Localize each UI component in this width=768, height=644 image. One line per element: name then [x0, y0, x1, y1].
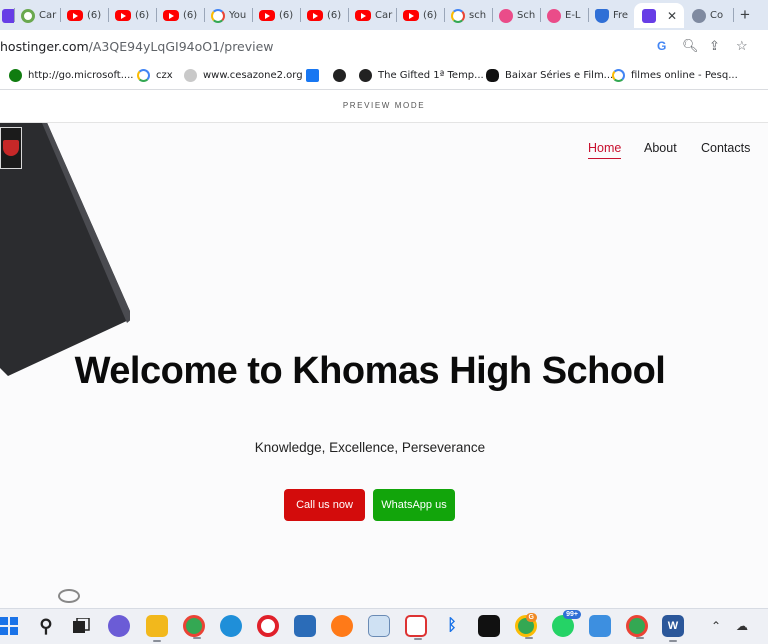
hostinger-icon	[642, 8, 656, 23]
hero-title: Welcome to Khomas High School	[74, 350, 666, 392]
youtube-icon	[307, 10, 323, 21]
youtube-icon	[403, 10, 419, 21]
facebook-icon	[306, 69, 319, 82]
whatsapp-button[interactable]: WhatsApp us	[373, 489, 455, 521]
network-icon[interactable]: ☁	[736, 619, 748, 633]
windows-start-icon[interactable]	[0, 615, 20, 637]
browser-tab[interactable]: E-L	[541, 3, 587, 28]
globe-icon	[692, 8, 706, 23]
cesazone-icon	[184, 69, 197, 82]
youtube-icon	[259, 10, 275, 21]
chrome-icon[interactable]	[183, 615, 205, 639]
preview-mode-bar: PREVIEW MODE	[0, 90, 768, 123]
share-icon[interactable]: ⇪	[709, 38, 720, 54]
browser-tab-active[interactable]: ✕	[634, 3, 684, 28]
browser-tab[interactable]: Co	[686, 3, 732, 28]
google-icon	[612, 69, 625, 82]
bookmark-item[interactable]	[333, 69, 352, 82]
opera-icon[interactable]	[257, 615, 279, 637]
whatsapp-icon[interactable]: 99+	[552, 610, 581, 637]
google-icon	[211, 8, 225, 23]
snipping-tool-icon[interactable]	[405, 615, 427, 640]
browser-tab[interactable]: Car	[15, 3, 58, 28]
google-icon	[137, 69, 150, 82]
bookmark-item[interactable]: The Gifted 1ª Temp...	[359, 69, 484, 82]
new-tab-button[interactable]: +	[740, 5, 750, 25]
browser-tab[interactable]: (6)	[157, 3, 203, 28]
bookmark-item[interactable]: filmes online - Pesq...	[612, 69, 738, 82]
nav-home[interactable]: Home	[588, 141, 622, 159]
github-icon[interactable]	[478, 615, 500, 637]
ring-favicon-icon	[21, 8, 35, 23]
youtube-icon	[355, 10, 371, 21]
task-view-icon[interactable]	[70, 615, 92, 637]
browser-tab[interactable]: (6)	[301, 3, 347, 28]
globe-icon	[359, 69, 372, 82]
browser-tab[interactable]: (6)	[397, 3, 443, 28]
chevron-up-icon[interactable]: ⌃	[711, 619, 721, 633]
bookmark-star-icon[interactable]: ☆	[736, 38, 748, 54]
preview-mode-label: PREVIEW MODE	[342, 101, 426, 110]
close-icon[interactable]: ✕	[667, 9, 677, 23]
word-icon[interactable]: W	[662, 615, 684, 642]
browser-toolbar: hostinger.com/A3QE94yLqGI94oO1/preview G…	[0, 30, 768, 62]
chrome-badge: G	[525, 613, 537, 622]
dribbble-icon	[547, 8, 561, 23]
edge-icon[interactable]	[220, 615, 242, 637]
browser-tab[interactable]: sch	[445, 3, 491, 28]
bookmark-item[interactable]: czx	[137, 69, 173, 82]
bookmarks-bar: http://go.microsoft.... czx www.cesazone…	[0, 62, 768, 90]
youtube-icon	[115, 10, 131, 21]
google-lens-icon[interactable]: G	[657, 39, 666, 53]
browser-tab[interactable]: (6)	[253, 3, 299, 28]
bookmark-item[interactable]	[306, 69, 325, 82]
youtube-icon	[67, 10, 83, 21]
browser-tab[interactable]: Sch	[493, 3, 539, 28]
browser-tab[interactable]: (6)	[61, 3, 107, 28]
ring-decoration	[58, 589, 80, 603]
skull-icon	[486, 69, 499, 82]
browser-tab[interactable]: o	[0, 3, 14, 28]
browser-tab[interactable]: (6)	[109, 3, 155, 28]
bookmark-item[interactable]: http://go.microsoft....	[9, 69, 133, 82]
globe-icon	[333, 69, 346, 82]
bluetooth-icon[interactable]: ᛒ	[441, 615, 463, 637]
chrome-icon-2[interactable]	[626, 615, 648, 639]
photos-icon[interactable]	[368, 615, 390, 637]
nav-contacts[interactable]: Contacts	[701, 141, 750, 155]
school-logo[interactable]	[0, 127, 22, 169]
file-explorer-icon[interactable]	[146, 615, 168, 642]
call-us-button[interactable]: Call us now	[284, 489, 365, 521]
browser-tab[interactable]: Car	[349, 3, 395, 28]
xbox-icon	[9, 69, 22, 82]
nav-about[interactable]: About	[644, 141, 677, 155]
chrome-profile-icon[interactable]: G	[515, 613, 537, 639]
youtube-icon	[163, 10, 179, 21]
whatsapp-badge: 99+	[563, 610, 581, 619]
address-bar[interactable]: hostinger.com/A3QE94yLqGI94oO1/preview	[0, 39, 274, 54]
google-icon	[451, 8, 465, 23]
shield-icon	[595, 8, 609, 23]
browser-tab-strip: o Car (6) (6) (6) You (6) (6) Car (6) sc…	[0, 0, 768, 30]
search-icon[interactable]: ⚲	[35, 615, 57, 637]
microsoft-store-icon[interactable]	[294, 615, 316, 637]
browser-tab[interactable]: Fre	[589, 3, 633, 28]
zoom-icon[interactable]: 🔍︎	[682, 38, 699, 54]
maps-icon[interactable]	[589, 615, 611, 637]
url-domain: hostinger.com	[0, 39, 89, 54]
windows-taskbar: ⚲ ᛒ G 99+ W ⌃ ☁	[0, 608, 768, 644]
firefox-icon[interactable]	[331, 615, 353, 637]
browser-tab[interactable]: You	[205, 3, 251, 28]
website-hero: Home About Contacts Welcome to Khomas Hi…	[0, 123, 768, 608]
bookmark-item[interactable]: Baixar Séries e Film...	[486, 69, 613, 82]
bookmark-item[interactable]: www.cesazone2.org	[184, 69, 303, 82]
url-path: /A3QE94yLqGI94oO1/preview	[88, 39, 274, 54]
hostinger-icon	[2, 8, 14, 23]
dribbble-icon	[499, 8, 513, 23]
hero-subtitle: Knowledge, Excellence, Perseverance	[254, 440, 486, 455]
teams-chat-icon[interactable]	[108, 615, 130, 637]
crest-icon	[3, 140, 19, 156]
